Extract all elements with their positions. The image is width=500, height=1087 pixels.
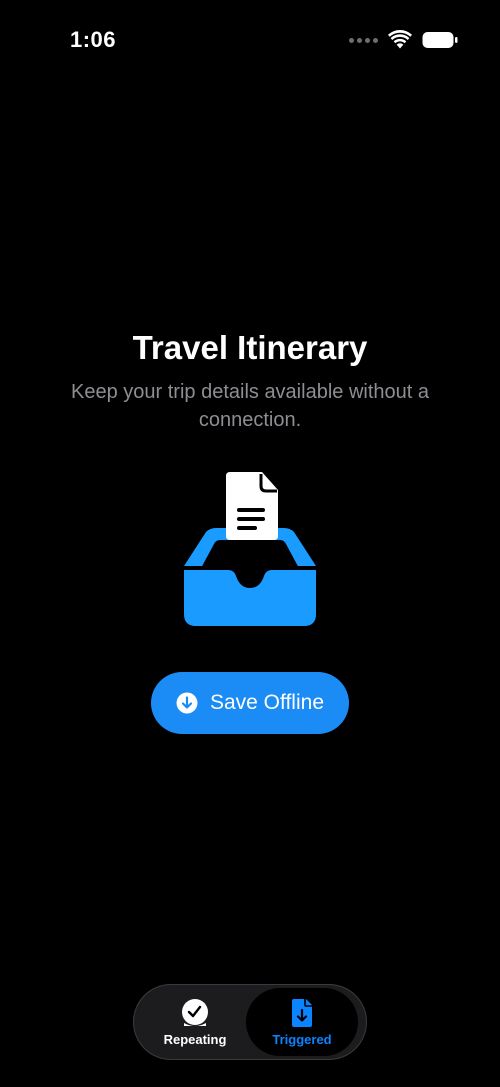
tab-triggered[interactable]: Triggered — [246, 988, 358, 1056]
wifi-icon — [388, 30, 412, 49]
document-in-tray-icon — [184, 472, 316, 626]
arrow-down-circle-icon — [176, 692, 198, 714]
tab-triggered-label: Triggered — [272, 1031, 332, 1047]
page-title: Travel Itinerary — [132, 329, 368, 366]
signal-dots-icon — [349, 37, 378, 43]
status-time: 1:06 — [70, 27, 117, 52]
save-offline-button[interactable]: Save Offline — [151, 672, 349, 734]
document-download-icon — [292, 998, 312, 1027]
tab-repeating[interactable]: Repeating — [139, 988, 251, 1056]
status-bar: 1:06 — [0, 0, 500, 80]
clock-icon — [182, 998, 208, 1026]
battery-icon — [422, 32, 458, 48]
tab-repeating-label: Repeating — [163, 1031, 227, 1047]
tab-bar: Repeating Triggered — [133, 984, 367, 1060]
save-offline-label: Save Offline — [209, 691, 324, 714]
main-content: Travel Itinerary Keep your trip details … — [0, 328, 500, 434]
page-subtitle: Keep your trip details available without… — [71, 381, 429, 431]
status-icons — [349, 30, 458, 50]
